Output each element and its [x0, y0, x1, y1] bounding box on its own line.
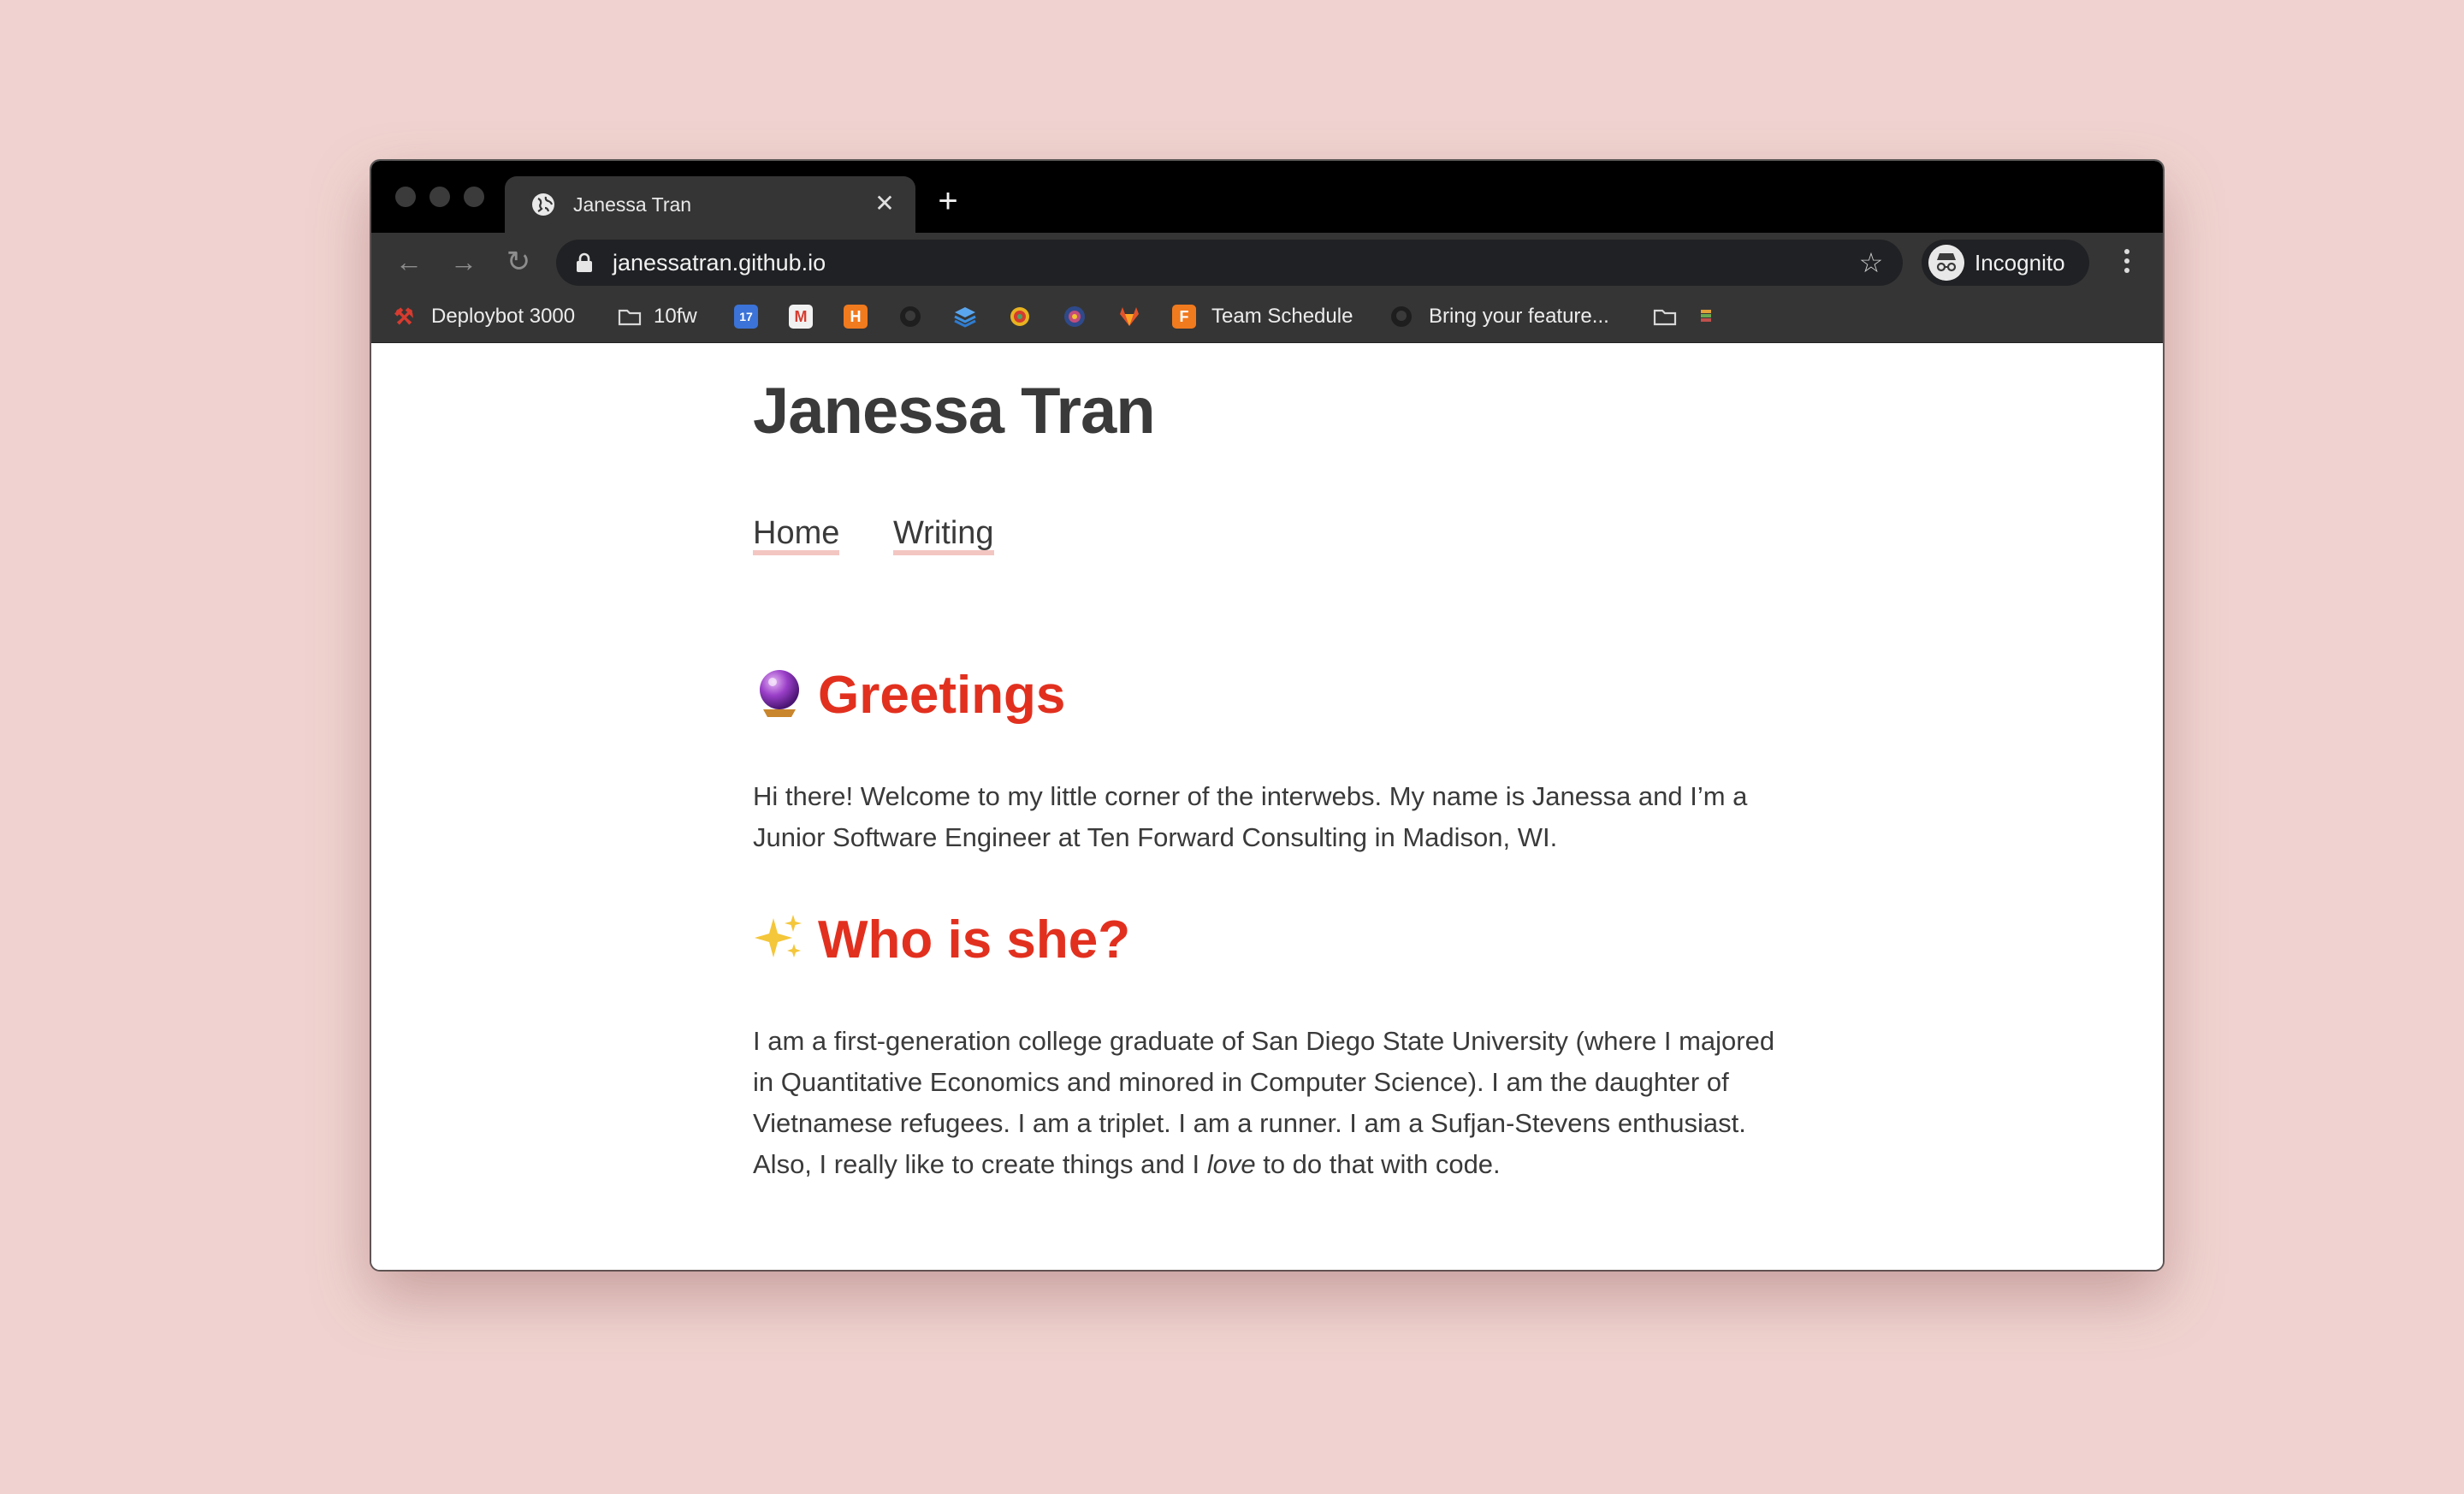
books-icon [1701, 310, 1711, 322]
bookmark-folder-10fw[interactable]: 10fw [618, 291, 697, 342]
who-is-she-heading-text: Who is she? [818, 910, 1131, 969]
bookmark-books[interactable] [1694, 291, 1718, 342]
gmail-icon: M [789, 305, 813, 329]
maximize-window-button[interactable] [464, 187, 484, 207]
address-bar[interactable]: janessatran.github.io ☆ [556, 240, 1903, 286]
layers-icon [954, 307, 976, 328]
bookmarks-bar: ⚒ Deploybot 3000 10fw 17 M H F Team Sche… [371, 291, 2163, 343]
lock-icon [577, 252, 592, 272]
bookmark-slack[interactable] [1008, 291, 1032, 342]
who-is-she-paragraph: I am a first-generation college graduate… [753, 1026, 1775, 1179]
slack-icon [1010, 307, 1029, 326]
profile-label: Incognito [1975, 250, 2065, 276]
browser-window: Janessa Tran ✕ + ← → ↻ janessatran.githu… [371, 161, 2163, 1270]
bookmark-layers[interactable] [953, 291, 977, 342]
forecast-icon: F [1172, 305, 1196, 329]
tab-janessa-tran[interactable]: Janessa Tran ✕ [505, 176, 915, 233]
web-page: Janessa Tran Home Writing Greetings Hi t… [371, 343, 2163, 1270]
bookmark-team-schedule[interactable]: F Team Schedule [1172, 291, 1353, 342]
bookmark-bring-your-feature[interactable]: Bring your feature... [1389, 291, 1609, 342]
gitlab-icon [1120, 307, 1139, 326]
nav-link-home[interactable]: Home [753, 516, 840, 555]
bookmark-harvest[interactable]: H [844, 291, 868, 342]
circleci-icon [1064, 306, 1085, 327]
section-heading-greetings: Greetings [753, 665, 1065, 726]
greetings-paragraph: Hi there! Welcome to my little corner of… [753, 781, 1748, 852]
minimize-window-button[interactable] [429, 187, 450, 207]
section-heading-who-is-she: Who is she? [753, 910, 1130, 970]
close-window-button[interactable] [395, 187, 416, 207]
url-text: janessatran.github.io [613, 250, 826, 276]
github-icon [1391, 306, 1412, 327]
nav-link-writing[interactable]: Writing [893, 516, 994, 555]
incognito-profile-button[interactable]: Incognito [1922, 240, 2089, 286]
back-arrow-icon[interactable]: ← [392, 245, 426, 279]
kebab-menu-icon[interactable] [2117, 245, 2137, 279]
site-title: Janessa Tran [753, 375, 1156, 448]
forward-arrow-icon[interactable]: → [447, 245, 481, 279]
bookmark-calendar[interactable]: 17 [734, 291, 758, 342]
tab-strip: Janessa Tran ✕ + [371, 161, 2163, 233]
crystal-ball-icon [760, 670, 799, 717]
hammer-icon: ⚒ [394, 303, 414, 329]
harvest-icon: H [844, 305, 868, 329]
bookmark-deploybot[interactable]: ⚒ Deploybot 3000 [392, 291, 575, 342]
browser-toolbar: ← → ↻ janessatran.github.io ☆ Incognito [371, 233, 2163, 291]
close-tab-icon[interactable]: ✕ [871, 190, 898, 217]
bookmark-github[interactable] [898, 291, 922, 342]
greetings-heading-text: Greetings [818, 666, 1066, 725]
folder-icon [618, 309, 642, 326]
bookmark-gmail[interactable]: M [789, 291, 813, 342]
github-icon [900, 306, 921, 327]
globe-icon [532, 193, 554, 216]
incognito-icon [1928, 245, 1964, 281]
new-tab-button[interactable]: + [933, 184, 963, 218]
bookmark-circleci[interactable] [1063, 291, 1087, 342]
sparkles-icon [755, 915, 802, 957]
tab-title: Janessa Tran [573, 193, 692, 216]
bookmark-star-icon[interactable]: ☆ [1857, 248, 1886, 277]
folder-icon [1653, 309, 1677, 326]
calendar-icon: 17 [734, 305, 758, 329]
emphasis-love: love [1206, 1149, 1256, 1179]
bookmark-folder[interactable] [1653, 291, 1677, 342]
reload-icon[interactable]: ↻ [501, 245, 536, 279]
bookmark-gitlab[interactable] [1117, 291, 1141, 342]
